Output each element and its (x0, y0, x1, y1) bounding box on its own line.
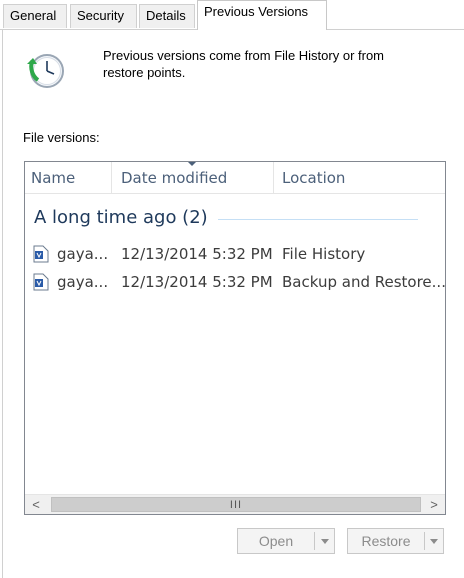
row-name: gaya... (57, 245, 109, 263)
group-header[interactable]: A long time ago (2) (34, 207, 208, 228)
column-name[interactable]: Name (25, 162, 111, 194)
tab-previous-versions[interactable]: Previous Versions (197, 0, 327, 30)
scroll-grip-icon: III (229, 499, 243, 511)
column-date-modified[interactable]: Date modified (115, 162, 273, 194)
tab-strip: General Security Details Previous Versio… (0, 0, 464, 30)
row-location: Backup and Restore... (282, 273, 446, 291)
list-header: Name Date modified Location (25, 162, 445, 194)
tab-general[interactable]: General (3, 4, 67, 28)
scroll-left-button[interactable]: < (27, 495, 45, 514)
file-versions-list[interactable]: Name Date modified Location A long time … (24, 161, 446, 515)
row-date: 12/13/2014 5:32 PM (121, 245, 273, 263)
document-icon (33, 245, 49, 263)
row-name: gaya... (57, 273, 109, 291)
restore-button[interactable]: Restore (347, 528, 444, 554)
group-divider (218, 219, 418, 220)
open-button-label: Open (258, 533, 294, 549)
column-separator[interactable] (273, 162, 274, 194)
list-item[interactable]: gaya... 12/13/2014 5:32 PM File History (25, 241, 445, 267)
tab-details[interactable]: Details (139, 4, 195, 28)
scroll-thumb[interactable]: III (51, 497, 421, 512)
scroll-right-button[interactable]: > (425, 495, 443, 514)
restore-button-label: Restore (361, 533, 411, 549)
list-item[interactable]: gaya... 12/13/2014 5:32 PM Backup and Re… (25, 269, 445, 295)
document-icon (33, 273, 49, 291)
open-button[interactable]: Open (237, 528, 335, 554)
split-separator (424, 532, 425, 550)
history-clock-icon (27, 54, 64, 88)
horizontal-scrollbar[interactable]: < III > (25, 494, 445, 514)
row-date: 12/13/2014 5:32 PM (121, 273, 273, 291)
chevron-down-icon[interactable] (321, 539, 329, 544)
tab-security[interactable]: Security (70, 4, 137, 28)
file-versions-label: File versions: (23, 130, 100, 145)
column-separator[interactable] (111, 162, 112, 194)
chevron-down-icon[interactable] (430, 539, 438, 544)
row-location: File History (282, 245, 366, 263)
split-separator (314, 532, 315, 550)
column-location[interactable]: Location (276, 162, 445, 194)
description-text: Previous versions come from File History… (103, 48, 385, 80)
